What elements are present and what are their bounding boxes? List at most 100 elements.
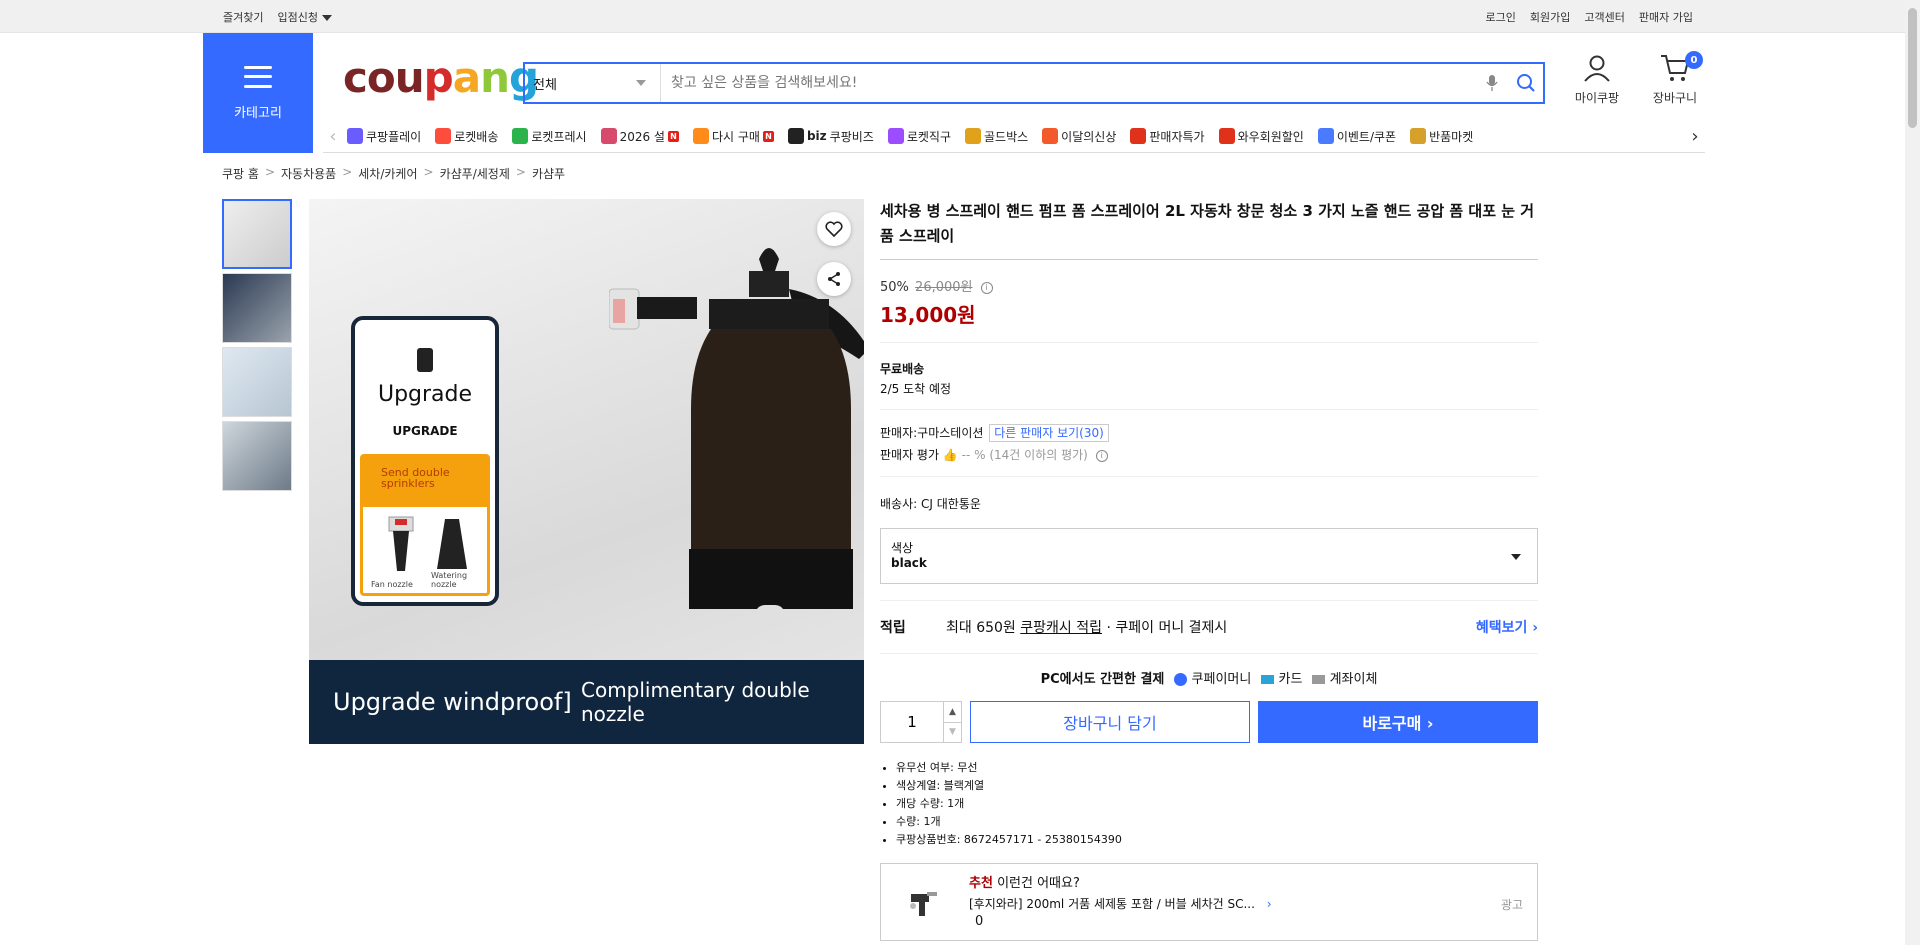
breadcrumb-item[interactable]: 카샴푸	[532, 165, 565, 182]
quantity-stepper: ▲ ▼	[880, 701, 962, 743]
bank-icon	[1312, 675, 1326, 684]
search-scope-select[interactable]: 전체	[525, 64, 661, 102]
nav-item[interactable]: 쿠팡플레이	[347, 128, 421, 145]
list-item: 쿠팡상품번호: 8672457171 - 25380154390	[896, 831, 1538, 849]
spray-bottle-icon	[417, 348, 433, 372]
discount-rate: 50%	[880, 280, 909, 295]
wow-icon	[1218, 128, 1235, 144]
wishlist-heart-icon[interactable]	[817, 212, 851, 246]
hamburger-icon	[244, 65, 272, 88]
recommend-item-price: 0	[975, 914, 984, 929]
goldbox-icon	[965, 128, 981, 144]
nav-item[interactable]: 2026 설N	[600, 128, 679, 145]
quantity-up-icon[interactable]: ▲	[944, 702, 961, 722]
seller-signup-link[interactable]: 판매자 가입	[1639, 9, 1693, 25]
nav-item[interactable]: 반품마켓	[1410, 128, 1473, 145]
header: 카테고리 coupang 전체 마이쿠팡 0 장바구니 ‹ 쿠팡플레이 로켓배송 로…	[203, 33, 1705, 153]
benefits-link[interactable]: 혜택보기 ›	[1476, 617, 1538, 637]
seller-info: 판매자:구마스테이션 다른 판매자 보기(30) 판매자 평가 👍 -- % (…	[880, 410, 1538, 477]
biz-icon	[787, 128, 804, 144]
thumbnail-3[interactable]	[222, 347, 292, 417]
nav-item[interactable]: 판매자특가	[1130, 128, 1205, 145]
breadcrumb-item[interactable]: 세차/카케어	[358, 165, 417, 182]
search-bar: 전체	[523, 62, 1545, 104]
nav-item[interactable]: 이달의신상	[1042, 128, 1116, 145]
coupang-logo[interactable]: coupang	[343, 53, 539, 102]
list-item: 수량: 1개	[896, 813, 1538, 831]
thumbnail-4[interactable]	[222, 421, 292, 491]
share-icon[interactable]	[817, 262, 851, 296]
new-year-icon	[600, 128, 617, 144]
new-badge: N	[667, 130, 679, 142]
nav-item[interactable]: 로켓직구	[887, 128, 951, 145]
arrival-date: 2/5 도착 예정	[880, 382, 952, 396]
nav-item[interactable]: 로켓프레시	[512, 128, 587, 145]
thumbnail-list	[222, 199, 292, 491]
original-price: 26,000원	[915, 280, 973, 295]
thumbnail-1[interactable]	[222, 199, 292, 269]
nav-item[interactable]: 다시 구매 N	[692, 128, 774, 145]
chevron-down-icon	[636, 80, 646, 86]
breadcrumb-item[interactable]: 카샴푸/세정제	[440, 165, 510, 182]
coupang-cash-link[interactable]: 쿠팡캐시 적립	[1020, 617, 1102, 637]
add-to-cart-button[interactable]: 장바구니 담기	[970, 701, 1250, 743]
nav-item[interactable]: 이벤트/쿠폰	[1317, 128, 1396, 145]
product-attributes: 유무선 여부: 무선 색상계열: 블랙계열 개당 수량: 1개 수량: 1개 쿠…	[880, 759, 1538, 849]
quantity-down-icon[interactable]: ▼	[944, 721, 961, 743]
search-input[interactable]	[661, 64, 1475, 102]
nav-next-arrow-icon[interactable]: ›	[1685, 126, 1705, 147]
info-icon[interactable]: i	[980, 281, 993, 294]
coupay-icon	[1174, 673, 1188, 686]
new-arrival-icon	[1042, 128, 1059, 144]
product-info-panel: 세차용 병 스프레이 핸드 펌프 폼 스프레이어 2L 자동차 창문 청소 3 …	[880, 199, 1538, 941]
play-icon	[347, 128, 363, 144]
breadcrumb: 쿠팡 홈 > 자동차용품 > 세차/카케어 > 카샴푸/세정제 > 카샴푸	[222, 165, 566, 182]
list-item: 유무선 여부: 무선	[896, 759, 1538, 777]
new-badge: N	[762, 130, 774, 142]
rocket-icon	[435, 128, 452, 144]
nav-item[interactable]: 로켓배송	[435, 128, 498, 145]
chevron-right-icon: ›	[1266, 897, 1272, 911]
buy-now-button[interactable]: 바로구매 ›	[1258, 701, 1538, 743]
upgrade-card: Upgrade UPGRADE Send double sprinklers F…	[351, 316, 499, 606]
quantity-input[interactable]	[881, 702, 943, 742]
chevron-down-icon	[321, 14, 332, 21]
breadcrumb-item[interactable]: 쿠팡 홈	[222, 165, 259, 182]
other-sellers-button[interactable]: 다른 판매자 보기(30)	[989, 424, 1109, 442]
nav-prev-arrow-icon[interactable]: ‹	[323, 126, 343, 147]
nav-item[interactable]: 골드박스	[965, 128, 1028, 145]
rebuy-icon	[692, 128, 709, 144]
seller-name-link[interactable]: 구마스테이션	[917, 426, 983, 440]
user-icon	[1584, 55, 1610, 82]
product-main-image[interactable]: Upgrade UPGRADE Send double sprinklers F…	[309, 199, 864, 744]
info-icon[interactable]: i	[1095, 449, 1108, 462]
vertical-scrollbar[interactable]	[1905, 0, 1920, 945]
nozzle-illustration	[388, 516, 467, 571]
nav-item[interactable]: biz 쿠팡비즈	[787, 128, 874, 145]
global-icon	[887, 128, 904, 144]
ad-label: 광고	[1500, 898, 1523, 912]
carrier-info: 배송사: CJ 대한통운	[880, 497, 981, 511]
nav-item[interactable]: 와우회원할인	[1218, 128, 1304, 145]
scrollbar-thumb[interactable]	[1908, 8, 1917, 128]
bookmark-link[interactable]: 즐겨찾기	[223, 9, 263, 25]
signup-link[interactable]: 회원가입	[1530, 9, 1570, 25]
search-icon[interactable]	[1509, 73, 1543, 93]
list-item: 색상계열: 블랙계열	[896, 777, 1538, 795]
my-coupang-button[interactable]: 마이쿠팡	[1567, 53, 1627, 106]
category-menu-button[interactable]: 카테고리	[203, 33, 313, 153]
thumbs-up-icon: 👍	[942, 448, 958, 462]
list-item: 개당 수량: 1개	[896, 795, 1538, 813]
customer-center-link[interactable]: 고객센터	[1584, 9, 1624, 25]
seller-apply-link[interactable]: 입점신청	[277, 9, 332, 25]
recommendation-box[interactable]: 추천 이런건 어때요? [후지와라] 200ml 거품 세제통 포함 / 버블 …	[880, 863, 1538, 941]
color-option-select[interactable]: 색상 black	[880, 528, 1538, 584]
service-nav: ‹ 쿠팡플레이 로켓배송 로켓프레시 2026 설 N 다시 구매 N biz 쿠팡비즈 로켓직구…	[323, 120, 1705, 153]
reward-row: 적립 최대 650원 쿠팡캐시 적립 · 쿠페이 머니 결제시 혜택보기 ›	[880, 600, 1538, 654]
thumbnail-2[interactable]	[222, 273, 292, 343]
breadcrumb-item[interactable]: 자동차용품	[281, 165, 336, 182]
cart-button[interactable]: 0 장바구니	[1645, 51, 1705, 106]
microphone-icon[interactable]	[1475, 74, 1509, 92]
recommend-product-thumbnail	[910, 892, 937, 916]
login-link[interactable]: 로그인	[1486, 9, 1516, 25]
